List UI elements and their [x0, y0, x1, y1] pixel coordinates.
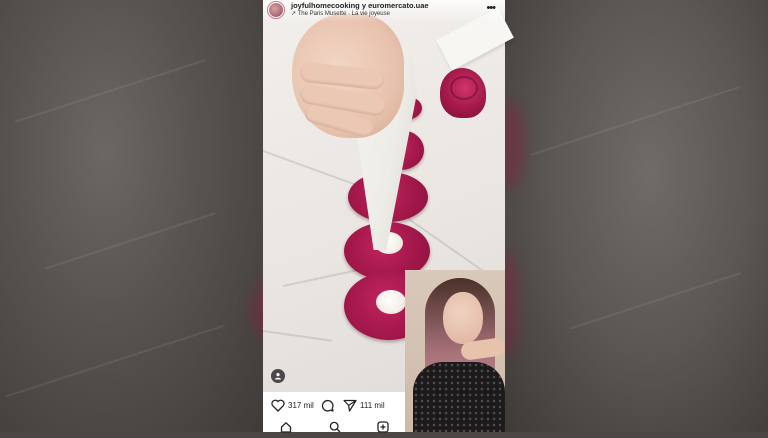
audio-track[interactable]: ↗ The Paris Musette · La vie joyeuse	[291, 10, 390, 17]
account-name[interactable]: joyfulhomecooking y euromercato.uae	[291, 1, 429, 10]
comment-button[interactable]	[321, 398, 334, 412]
home-icon[interactable]	[280, 420, 292, 438]
send-icon	[343, 399, 357, 412]
presenter-overlay	[405, 270, 505, 432]
audio-track-label: The Paris Musette · La vie joyeuse	[297, 11, 390, 17]
audio-arrow-icon: ↗	[291, 11, 297, 17]
more-dots-icon[interactable]: •••	[486, 2, 496, 14]
avatar[interactable]	[268, 2, 284, 18]
share-count: 111 mil	[360, 400, 385, 410]
like-count: 317 mil	[288, 400, 314, 410]
blurred-background-left	[0, 0, 263, 432]
filling-dollop	[376, 290, 406, 314]
blurred-background-right	[505, 0, 768, 432]
presenter-face	[443, 292, 483, 344]
action-bar: 317 mil 111 mil	[263, 392, 405, 433]
beet-rose-pasta	[440, 68, 486, 118]
like-button[interactable]: 317 mil	[271, 398, 314, 412]
profile-icon[interactable]	[271, 369, 285, 383]
bottom-nav	[263, 418, 405, 433]
comment-icon	[321, 399, 334, 412]
search-icon[interactable]	[329, 420, 341, 438]
heart-icon	[271, 399, 285, 412]
share-button[interactable]: 111 mil	[343, 398, 385, 412]
create-icon[interactable]	[377, 420, 389, 438]
post-header: joyfulhomecooking y euromercato.uae ↗ Th…	[263, 0, 505, 22]
